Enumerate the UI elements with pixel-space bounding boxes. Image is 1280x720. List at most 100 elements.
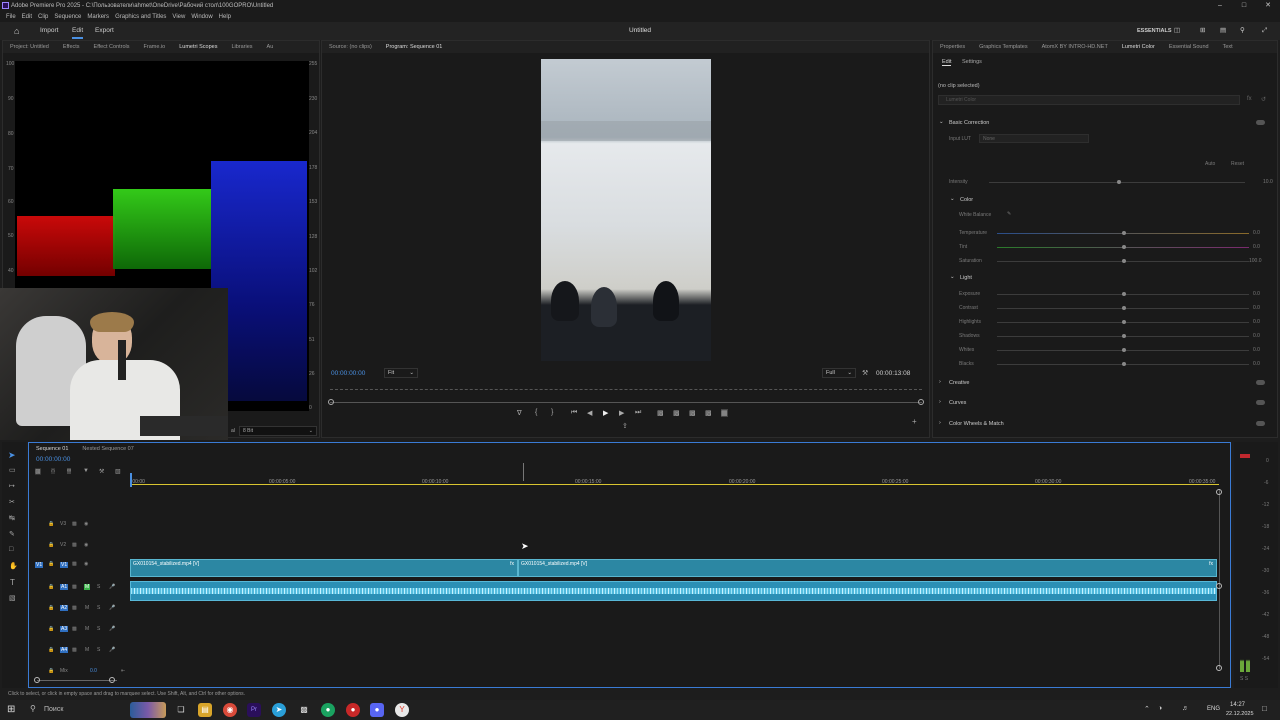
intensity-knob[interactable] [1117,180,1121,184]
sync-icon[interactable]: ▩ [72,561,77,567]
lift-icon[interactable]: ⇪ [622,422,628,430]
tab-effect-controls[interactable]: Effect Controls [94,41,130,53]
fx-icon[interactable]: fx [1247,96,1252,102]
playhead-timecode[interactable]: 00:00:00:00 [331,370,365,377]
reset-effect-icon[interactable]: ↺ [1261,96,1266,103]
tray-volume-icon[interactable]: ♬ [1182,705,1189,712]
scrub-end-handle[interactable] [918,399,924,405]
bit-depth-dropdown[interactable]: 8 Bit ⌄ [239,426,317,436]
hand-icon[interactable]: ✋ [9,562,18,570]
pen-icon[interactable]: ✎ [9,530,15,538]
home-icon[interactable]: ⌂ [14,22,19,40]
menu-edit[interactable]: Edit [22,14,32,20]
grid-icon[interactable]: ⊞ [1200,22,1205,40]
timeline-vertical-scroll[interactable] [1219,489,1220,669]
tab-properties[interactable]: Properties [940,41,965,53]
lock-icon[interactable]: 🔒 [48,647,54,653]
monitor-ruler[interactable] [330,384,922,390]
sync-icon[interactable]: ▩ [72,626,77,632]
mute-button[interactable]: M [84,584,91,590]
eye-icon[interactable]: ◉ [84,542,88,548]
mic-icon[interactable]: 🎤 [109,647,115,653]
exposure-knob[interactable] [1122,292,1126,296]
curves-chevron-icon[interactable]: › [939,399,941,405]
settings-wrench-icon[interactable]: ⚒ [99,468,104,475]
basic-correction-chevron-icon[interactable]: ⌄ [939,119,944,125]
basic-correction-toggle[interactable] [1256,120,1265,125]
tray-network-icon[interactable]: ◑ [1158,705,1162,712]
source-patch-v1[interactable]: V1 [35,562,44,568]
lock-icon[interactable]: 🔒 [48,542,54,548]
play-icon[interactable]: ▶ [603,409,608,417]
mic-icon[interactable]: 🎤 [109,605,115,611]
sync-icon[interactable]: ▩ [72,542,77,548]
mark-out-icon[interactable]: } [551,409,553,416]
start-icon[interactable]: ⊞ [7,704,15,715]
curves-header[interactable]: Curves [949,400,966,406]
reset-button[interactable]: Reset [1231,161,1244,167]
tray-time[interactable]: 14:27 [1230,702,1245,708]
temperature-knob[interactable] [1122,231,1126,235]
tint-knob[interactable] [1122,245,1126,249]
color-wheels-chevron-icon[interactable]: › [939,420,941,426]
lock-icon[interactable]: 🔒 [48,626,54,632]
button-editor-icon[interactable]: + [912,417,917,426]
color-section-header[interactable]: Color [960,197,973,203]
tab-nested-sequence[interactable]: Nested Sequence 07 [82,443,133,455]
subtab-edit[interactable]: Edit [942,59,952,66]
mute-button[interactable]: M [85,605,89,611]
scroll-handle-mid[interactable] [1216,583,1222,589]
nest-icon[interactable]: ▩ [35,468,41,475]
import-tab[interactable]: Import [40,22,58,40]
workspace-label[interactable]: ESSENTIALS [1137,22,1172,40]
creative-header[interactable]: Creative [949,380,969,386]
sync-icon[interactable]: ▩ [72,521,77,527]
compare-icon[interactable]: ▩ [705,409,712,417]
menu-clip[interactable]: Clip [38,14,48,20]
contrast-knob[interactable] [1122,306,1126,310]
track-select-icon[interactable]: ▭ [9,466,16,474]
blacks-knob[interactable] [1122,362,1126,366]
tab-lumetri-scopes[interactable]: Lumetri Scopes [179,41,217,53]
ripple-edit-icon[interactable]: ↦ [9,482,15,490]
selection-tool-icon[interactable]: ➤ [8,450,16,461]
light-chevron-icon[interactable]: ⌄ [950,274,955,280]
menu-file[interactable]: File [6,14,16,20]
tab-atomx[interactable]: AtomX BY INTRO-HD.NET [1042,41,1108,53]
shadows-knob[interactable] [1122,334,1126,338]
sync-icon[interactable]: ▩ [72,605,77,611]
solo-button[interactable]: S [97,647,100,653]
close-icon[interactable]: ✕ [1256,0,1280,12]
auto-button[interactable]: Auto [1205,161,1215,167]
edit-tab[interactable]: Edit [72,22,84,39]
lock-icon[interactable]: 🔒 [48,584,54,590]
panel-icon[interactable]: ◫ [1174,22,1180,40]
tab-frameio[interactable]: Frame.io [144,41,166,53]
monitor-scrub-bar[interactable] [330,402,922,403]
mic-icon[interactable]: 🎤 [109,584,115,590]
menu-sequence[interactable]: Sequence [54,14,81,20]
eyedropper-icon[interactable]: ✎ [1007,211,1011,217]
captions-icon[interactable]: ▧ [115,468,121,475]
scroll-handle-bottom[interactable] [1216,665,1222,671]
mark-in-icon[interactable]: { [535,409,537,416]
linked-icon[interactable]: ∞ [67,468,72,474]
whites-knob[interactable] [1122,348,1126,352]
creative-toggle[interactable] [1256,380,1265,385]
slip-icon[interactable]: ↹ [9,514,15,522]
app-icon-green[interactable]: ● [321,703,335,717]
task-view-icon[interactable]: ❏ [174,703,188,717]
creative-chevron-icon[interactable]: › [939,379,941,385]
tab-project[interactable]: Project: Untitled [10,41,49,53]
menu-graphics[interactable]: Graphics and Titles [115,14,166,20]
razor-icon[interactable]: ✂ [9,498,15,506]
quality-dropdown[interactable]: Full ⌄ [822,368,856,378]
tray-date[interactable]: 22.12.2025 [1226,711,1254,717]
go-to-out-icon[interactable]: ⏭ [635,409,641,417]
notification-icon[interactable]: □ [1262,704,1267,713]
color-wheels-toggle[interactable] [1256,421,1265,426]
zoom-handle-right[interactable] [109,677,115,683]
meter-solo-buttons[interactable]: S S [1240,676,1248,682]
color-chevron-icon[interactable]: ⌄ [950,196,955,202]
app-icon-box[interactable]: ▩ [297,703,311,717]
